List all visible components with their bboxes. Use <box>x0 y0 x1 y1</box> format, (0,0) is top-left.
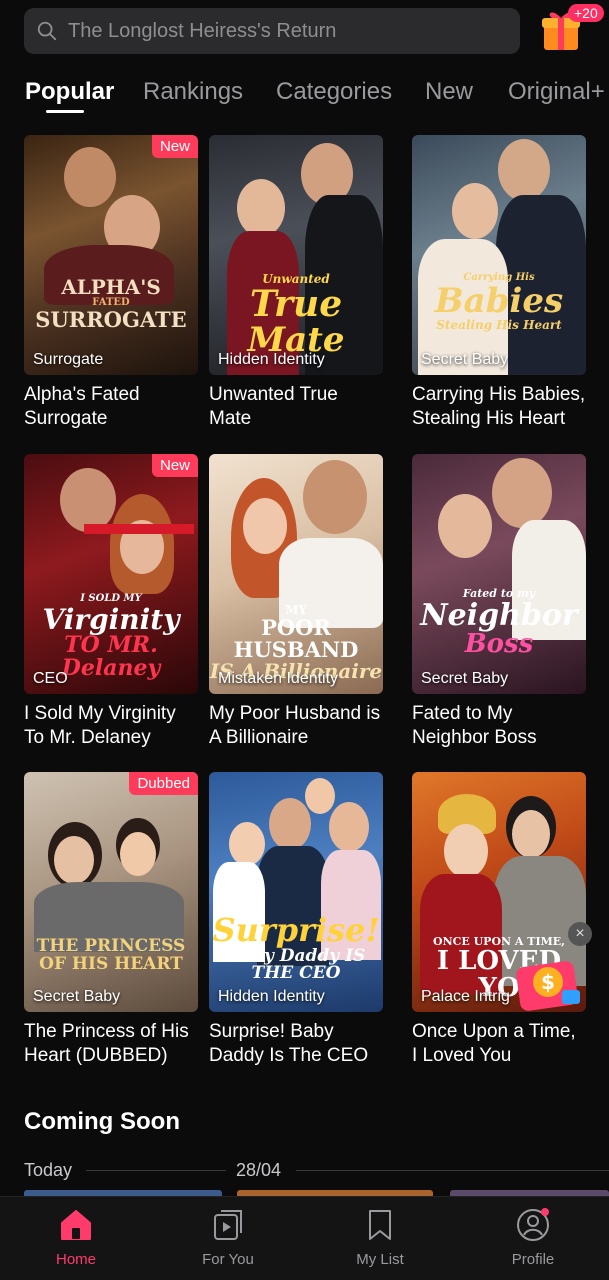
cover-title-art: Carrying His Babies Stealing His Heart <box>434 272 564 333</box>
genre-label: Secret Baby <box>421 351 509 368</box>
tab-categories[interactable]: Categories <box>276 78 392 106</box>
cover-figure <box>438 494 492 558</box>
dubbed-badge: Dubbed <box>129 772 198 795</box>
drama-cover[interactable]: Unwanted True Mate Hidden Identity <box>209 135 383 375</box>
date-timeline: Today 28/04 <box>24 1160 609 1184</box>
cover-title-art: ALPHA'S FATED SURROGATE <box>35 275 187 332</box>
tab-rankings[interactable]: Rankings <box>143 78 243 106</box>
cover-title-art: I SOLD MY Virginity TO MR. Delaney <box>42 593 180 681</box>
drama-cover[interactable]: I SOLD MY Virginity TO MR. Delaney New C… <box>24 454 198 694</box>
cover-figure <box>229 822 265 866</box>
cover-title-art: Unwanted True Mate <box>247 272 345 361</box>
genre-label: Hidden Identity <box>218 988 325 1005</box>
genre-label: Palace Intrig <box>421 988 510 1005</box>
tab-popular[interactable]: Popular <box>25 78 114 106</box>
genre-label: Secret Baby <box>421 670 509 687</box>
drama-cover[interactable]: Surprise! Baby Daddy IS THE CEO Hidden I… <box>209 772 383 1012</box>
drama-title[interactable]: Once Upon a Time, I Loved You <box>412 1020 586 1068</box>
drama-title[interactable]: I Sold My Virginity To Mr. Delaney <box>24 702 198 750</box>
new-badge: New <box>151 454 198 477</box>
cover-figure <box>498 139 550 201</box>
cover-figure <box>492 458 552 528</box>
date-label: 28/04 <box>236 1160 282 1180</box>
close-icon[interactable]: × <box>568 922 592 946</box>
money-bag-icon: $ <box>516 961 580 1011</box>
new-badge: New <box>151 135 198 158</box>
date-label: Today <box>24 1160 73 1180</box>
cover-figure <box>444 824 488 878</box>
timeline-divider <box>86 1170 226 1171</box>
search-bar[interactable]: The Longlost Heiress's Return <box>24 8 520 54</box>
tab-original-plus[interactable]: Original+ <box>508 78 605 106</box>
cover-title-art: Surprise! Baby Daddy IS THE CEO <box>212 911 380 984</box>
drama-card[interactable]: Carrying His Babies Stealing His Heart S… <box>412 135 586 431</box>
search-icon <box>37 21 57 41</box>
cover-title-art: THE PRINCESS OF HIS HEART <box>36 936 186 974</box>
cover-figure <box>512 810 550 858</box>
cover-figure <box>243 498 287 554</box>
drama-card[interactable]: ALPHA'S FATED SURROGATE New Surrogate Al… <box>24 135 198 431</box>
drama-title[interactable]: The Princess of His Heart (DUBBED) <box>24 1020 198 1068</box>
genre-label: CEO <box>33 670 68 687</box>
drama-cover[interactable]: Fated to my Neighbor Boss Secret Baby <box>412 454 586 694</box>
drama-cover[interactable]: MY POOR HUSBAND IS A Billionaire Mistake… <box>209 454 383 694</box>
drama-card[interactable]: I SOLD MY Virginity TO MR. Delaney New C… <box>24 454 198 750</box>
nav-label: My List <box>356 1251 404 1268</box>
drama-title[interactable]: Surprise! Baby Daddy Is The CEO <box>209 1020 383 1068</box>
category-tabs: Popular Rankings Categories New Original… <box>0 78 609 118</box>
nav-profile[interactable]: Profile <box>483 1207 583 1268</box>
cover-figure <box>329 802 369 852</box>
genre-label: Secret Baby <box>33 988 121 1005</box>
drama-card[interactable]: THE PRINCESS OF HIS HEART Dubbed Secret … <box>24 772 198 1068</box>
cover-figure <box>64 147 116 207</box>
cover-figure <box>269 798 311 850</box>
cover-figure <box>237 179 285 237</box>
cover-title-art: Fated to my Neighbor Boss <box>420 587 578 660</box>
nav-label: Home <box>55 1251 96 1268</box>
genre-label: Surrogate <box>33 351 104 368</box>
drama-card[interactable]: Unwanted True Mate Hidden Identity Unwan… <box>209 135 383 431</box>
drama-cover[interactable]: Carrying His Babies Stealing His Heart S… <box>412 135 586 375</box>
profile-icon <box>517 1208 549 1241</box>
nav-for-you[interactable]: For You <box>178 1207 278 1268</box>
cover-figure <box>60 468 116 532</box>
cover-figure <box>305 778 335 814</box>
genre-label: Hidden Identity <box>218 351 325 368</box>
tab-new[interactable]: New <box>425 78 473 106</box>
active-tab-indicator <box>46 110 84 113</box>
drama-card[interactable]: Fated to my Neighbor Boss Secret Baby Fa… <box>412 454 586 750</box>
bookmark-icon <box>369 1210 391 1240</box>
search-input[interactable]: The Longlost Heiress's Return <box>68 20 336 43</box>
gift-badge: +20 <box>568 4 604 22</box>
gift-button[interactable]: +20 <box>540 4 604 52</box>
home-icon <box>61 1210 91 1240</box>
drama-cover[interactable]: ALPHA'S FATED SURROGATE New Surrogate <box>24 135 198 375</box>
drama-title[interactable]: My Poor Husband is A Billionaire <box>209 702 383 750</box>
cover-figure <box>120 832 156 876</box>
drama-card[interactable]: MY POOR HUSBAND IS A Billionaire Mistake… <box>209 454 383 750</box>
drama-card[interactable]: ONCE UPON A TIME, I LOVED YO Palace Intr… <box>412 772 586 1068</box>
drama-title[interactable]: Unwanted True Mate <box>209 383 383 431</box>
cover-figure <box>303 460 367 534</box>
nav-label: For You <box>202 1251 254 1268</box>
drama-title[interactable]: Carrying His Babies, Stealing His Heart <box>412 383 586 431</box>
nav-my-list[interactable]: My List <box>330 1207 430 1268</box>
svg-text:$: $ <box>541 970 555 994</box>
section-title-coming-soon: Coming Soon <box>24 1108 180 1135</box>
bottom-navigation: Home For You My List Profile <box>0 1196 609 1280</box>
drama-title[interactable]: Alpha's Fated Surrogate <box>24 383 198 431</box>
drama-cover[interactable]: THE PRINCESS OF HIS HEART Dubbed Secret … <box>24 772 198 1012</box>
timeline-divider <box>296 1170 609 1171</box>
cover-figure <box>54 836 94 884</box>
drama-card[interactable]: Surprise! Baby Daddy IS THE CEO Hidden I… <box>209 772 383 1068</box>
genre-label: Mistaken Identity <box>218 670 339 687</box>
nav-home[interactable]: Home <box>26 1207 126 1268</box>
cover-figure <box>452 183 498 239</box>
blindfold-ribbon <box>84 524 194 534</box>
promo-money-bag-button[interactable]: $ <box>514 950 586 1014</box>
drama-title[interactable]: Fated to My Neighbor Boss <box>412 702 586 750</box>
nav-label: Profile <box>511 1251 555 1268</box>
play-cards-icon <box>214 1210 242 1240</box>
